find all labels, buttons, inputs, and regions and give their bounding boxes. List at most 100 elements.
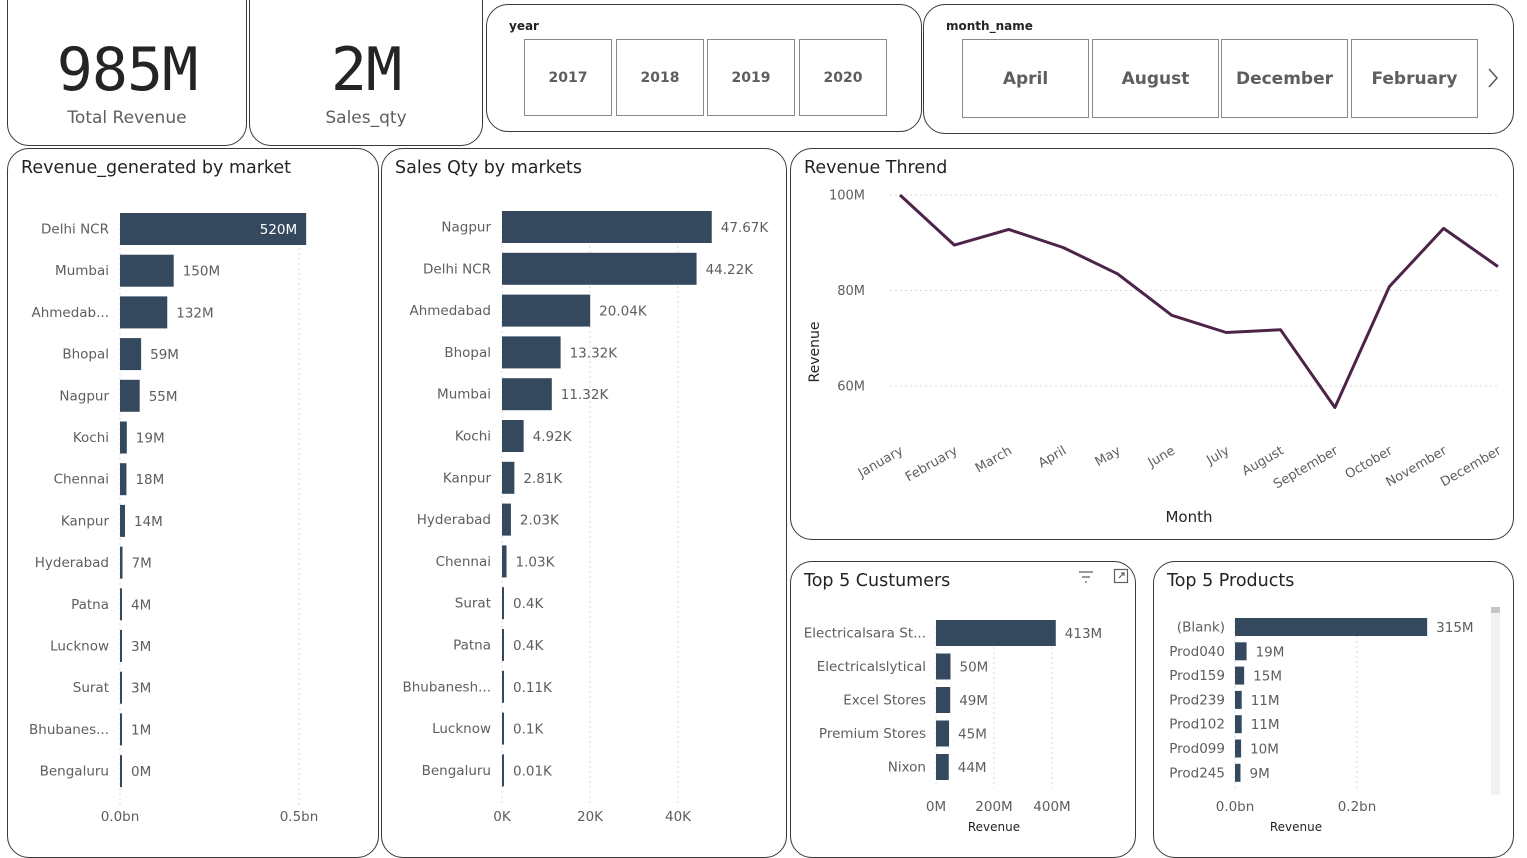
category-label: Ahmedabad: [409, 303, 491, 319]
x-tick-label: April: [1036, 443, 1069, 471]
y-tick-label: 60M: [837, 380, 865, 395]
bar: [936, 754, 949, 780]
data-label: 50M: [960, 660, 989, 676]
category-label: Lucknow: [432, 721, 491, 737]
top5-products-card: Top 5 Products 0.0bn 0.2bn Revenue (Blank) 3…: [1153, 561, 1514, 858]
bar: [120, 630, 122, 662]
data-label: 0.4K: [513, 596, 544, 612]
month-option-april[interactable]: April: [962, 39, 1089, 118]
year-slicer: year 2017 2018 2019 2020: [486, 4, 922, 132]
month-option-december[interactable]: December: [1221, 39, 1348, 118]
data-label: 49M: [959, 693, 988, 709]
category-label: Kanpur: [443, 470, 492, 486]
top5-customers-chart: 0M 200M 400M Revenue Electricalsara St... 413…: [804, 620, 1102, 834]
year-option-2019[interactable]: 2019: [707, 39, 795, 116]
data-label: 315M: [1436, 620, 1473, 636]
bar: [936, 653, 951, 680]
kpi-card-sales-qty: 2M Sales_qty: [249, 0, 483, 146]
category-label: Prod040: [1169, 644, 1225, 660]
category-label: Delhi NCR: [41, 222, 109, 238]
data-label: 132M: [176, 305, 213, 321]
x-tick-label: 0.0bn: [101, 809, 140, 825]
kpi-label: Total Revenue: [67, 108, 187, 128]
category-label: Electricalsara St...: [804, 626, 926, 642]
x-tick-label: January: [855, 443, 906, 481]
month-option-august[interactable]: August: [1092, 39, 1219, 118]
data-label: 15M: [1253, 669, 1282, 685]
data-label: 19M: [136, 431, 165, 447]
category-label: Hyderabad: [35, 555, 109, 571]
bar: [120, 588, 122, 621]
data-label: 1.03K: [516, 554, 556, 570]
bar: [1235, 666, 1245, 685]
category-label: Prod159: [1169, 668, 1225, 684]
data-label: 9M: [1249, 766, 1269, 782]
bar: [120, 504, 126, 537]
top5-customers-card: Top 5 Custumers 0M 200M 400M Revenue Electri…: [790, 561, 1136, 858]
kpi-value: 2M: [330, 35, 402, 105]
category-label: Patna: [71, 597, 109, 613]
kpi-label: Sales_qty: [325, 108, 407, 128]
x-tick-label: 0.5bn: [280, 809, 319, 825]
x-tick-label: 0.2bn: [1338, 799, 1377, 815]
category-label: Chennai: [436, 554, 491, 570]
x-axis-label: Revenue: [1270, 820, 1322, 834]
kpi-body: 985M Total Revenue: [8, 1, 246, 145]
bar: [120, 421, 127, 454]
bar: [502, 211, 712, 243]
data-label: 4.92K: [533, 429, 573, 445]
category-label: Prod099: [1169, 741, 1225, 757]
data-label: 0M: [131, 764, 151, 780]
data-label: 3M: [131, 681, 151, 697]
bar: [502, 587, 504, 620]
category-label: Bhopal: [62, 347, 109, 363]
data-label: 0.01K: [513, 763, 553, 779]
x-tick-label: November: [1384, 443, 1451, 490]
category-label: (Blank): [1177, 620, 1225, 636]
data-label: 520M: [260, 222, 297, 238]
category-label: Kochi: [455, 429, 491, 445]
x-tick-label: May: [1093, 443, 1124, 470]
data-label: 150M: [183, 264, 220, 280]
x-axis-label: Revenue: [968, 820, 1020, 834]
month-option-february[interactable]: February: [1351, 39, 1478, 118]
bar: [120, 463, 127, 496]
year-option-2017[interactable]: 2017: [524, 39, 612, 116]
y-tick-label: 100M: [829, 189, 865, 204]
chevron-right-icon[interactable]: [1487, 67, 1499, 95]
category-label: Nagpur: [59, 388, 109, 404]
bar: [120, 713, 122, 746]
data-label: 47.67K: [721, 220, 770, 236]
year-option-2018[interactable]: 2018: [616, 39, 704, 116]
category-label: Electricalslytical: [817, 659, 926, 675]
scrollbar[interactable]: [1491, 607, 1500, 795]
bar: [1235, 763, 1241, 782]
category-label: Hyderabad: [417, 512, 491, 528]
bar: [936, 720, 950, 747]
category-label: Prod245: [1169, 765, 1225, 781]
category-label: Bengaluru: [422, 763, 491, 779]
year-option-2020[interactable]: 2020: [799, 39, 887, 116]
data-label: 19M: [1256, 644, 1285, 660]
category-label: Mumbai: [55, 263, 109, 279]
bar: [502, 294, 591, 327]
category-label: Bhubanesh...: [402, 679, 491, 695]
category-label: Excel Stores: [843, 693, 926, 709]
bar: [120, 546, 123, 579]
x-tick-label: 0M: [926, 799, 946, 815]
category-label: Mumbai: [437, 387, 491, 403]
bar: [1235, 739, 1242, 758]
month-slicer: month_name April August December Februar…: [923, 4, 1514, 134]
data-label: 3M: [131, 639, 151, 655]
category-label: Kochi: [73, 430, 109, 446]
category-label: Patna: [453, 638, 491, 654]
data-label: 0.11K: [513, 680, 553, 696]
bar: [1235, 618, 1428, 636]
x-tick-label: 200M: [975, 799, 1012, 815]
data-label: 0.1K: [513, 722, 544, 738]
category-label: Bengaluru: [40, 764, 109, 780]
sales-qty-by-market-card: Sales Qty by markets 0K 20K 40K Nagpur 47.67…: [381, 148, 787, 858]
scrollbar-thumb[interactable]: [1491, 607, 1500, 613]
x-tick-label: 0K: [493, 809, 512, 825]
data-label: 11M: [1251, 693, 1280, 709]
